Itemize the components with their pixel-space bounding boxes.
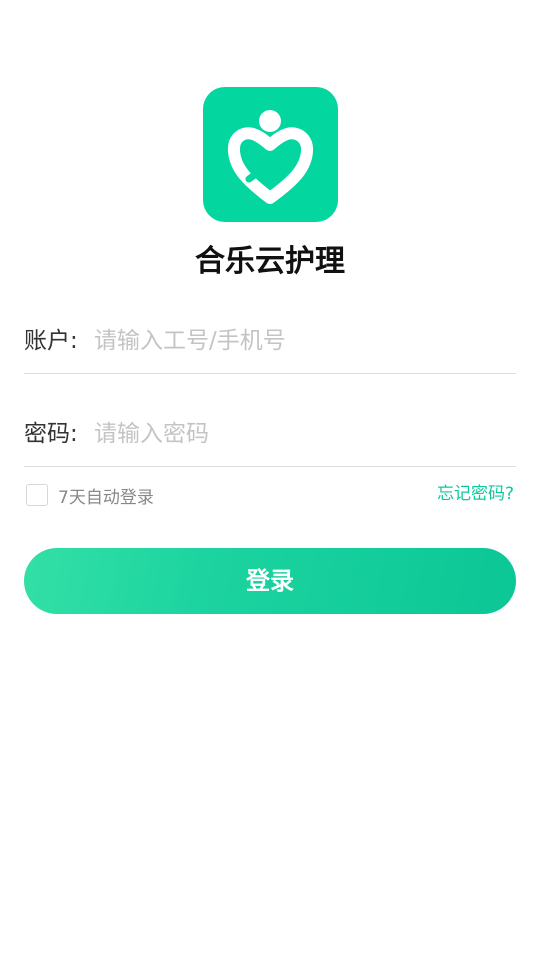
account-field: 账户: bbox=[24, 309, 516, 374]
password-label: 密码: bbox=[24, 421, 78, 447]
password-field: 密码: bbox=[24, 402, 516, 467]
account-input[interactable] bbox=[94, 319, 514, 363]
app-logo bbox=[203, 87, 338, 222]
password-input[interactable] bbox=[94, 412, 514, 456]
remember-login[interactable]: 7天自动登录 bbox=[26, 482, 154, 508]
heart-person-icon bbox=[228, 110, 313, 204]
remember-checkbox[interactable] bbox=[26, 484, 48, 506]
remember-label: 7天自动登录 bbox=[58, 487, 154, 508]
forgot-password-link[interactable]: 忘记密码? bbox=[437, 482, 514, 506]
app-title: 合乐云护理 bbox=[195, 244, 345, 279]
login-button[interactable]: 登录 bbox=[24, 548, 516, 614]
account-label: 账户: bbox=[24, 328, 78, 354]
